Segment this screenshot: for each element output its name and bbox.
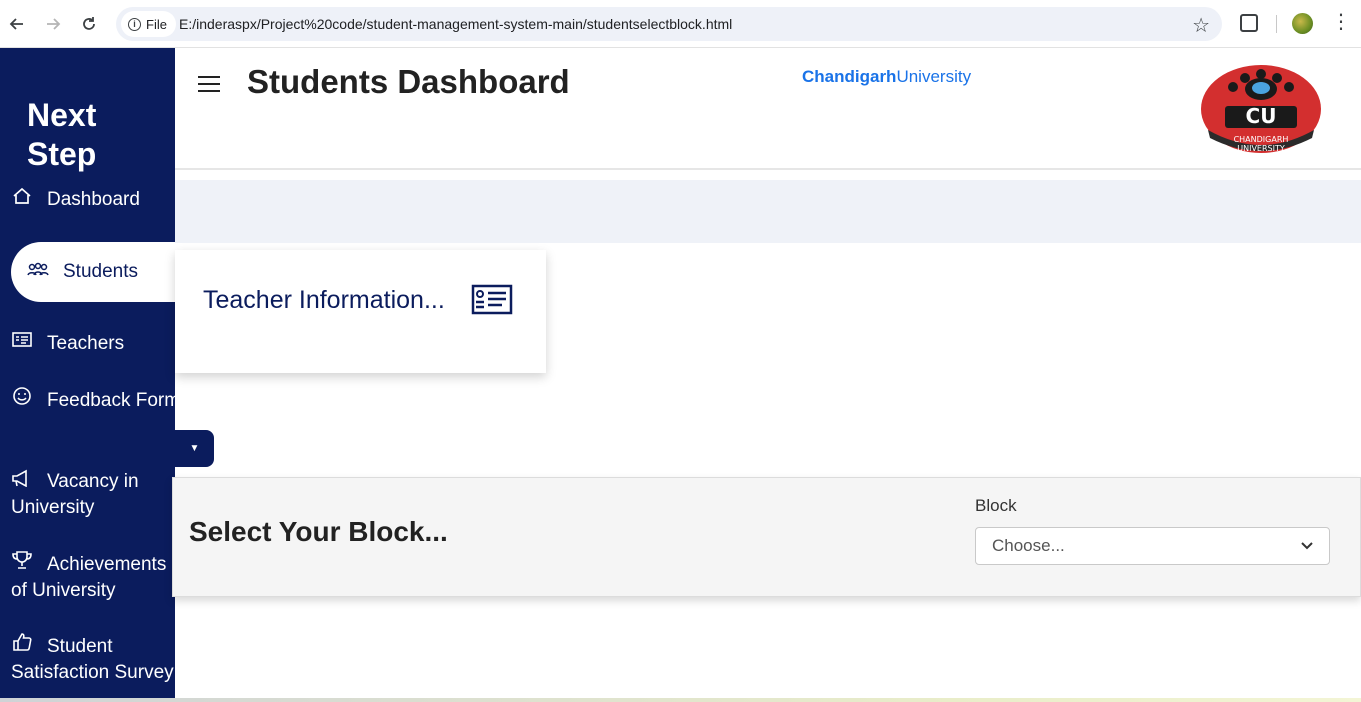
- teacher-info-card[interactable]: Teacher Information...: [175, 250, 546, 373]
- thumbs-up-icon: [11, 632, 33, 659]
- file-chip-label: File: [146, 16, 167, 32]
- sidebar-item-students[interactable]: Students: [11, 242, 175, 302]
- bottom-edge: [0, 698, 1361, 702]
- brand-title: Next Step: [27, 97, 97, 172]
- id-card-icon: [471, 284, 513, 316]
- reload-icon[interactable]: [77, 12, 101, 36]
- university-name-bold: Chandigarh: [802, 67, 897, 86]
- sidebar-item-teachers[interactable]: Teachers: [11, 330, 175, 357]
- more-menu-icon[interactable]: ⋮: [1331, 12, 1351, 32]
- card-title: Teacher Information...: [203, 286, 445, 314]
- star-icon[interactable]: ☆: [1192, 13, 1210, 38]
- block-label: Block: [975, 496, 1017, 515]
- back-arrow-icon[interactable]: [5, 12, 29, 36]
- extensions-icon[interactable]: [1240, 14, 1258, 32]
- sidebar-item-label: Feedback Form: [47, 390, 175, 411]
- sidebar-item-dashboard[interactable]: Dashboard: [11, 186, 175, 213]
- menu-toggle-icon[interactable]: [198, 76, 220, 94]
- university-logo: CU CHANDIGARH UNIVERSITY: [1200, 64, 1322, 154]
- university-name: ChandigarhUniversity: [802, 67, 971, 87]
- sidebar-item-label: Students: [63, 261, 138, 282]
- address-bar[interactable]: i File E:/inderaspx/Project%20code/stude…: [116, 7, 1222, 41]
- forward-arrow-icon[interactable]: [41, 12, 65, 36]
- sidebar-item-achievements[interactable]: Achievements of University: [11, 550, 175, 604]
- svg-text:CHANDIGARH: CHANDIGARH: [1234, 135, 1289, 144]
- sidebar-item-label: Student Satisfaction Survey: [11, 636, 174, 683]
- sidebar-item-label: Dashboard: [47, 189, 140, 210]
- id-card-icon: [11, 330, 33, 356]
- university-name-rest: University: [896, 67, 972, 86]
- home-icon: [11, 186, 33, 212]
- smile-icon: [11, 386, 33, 413]
- sidebar-item-satisfaction-survey[interactable]: Student Satisfaction Survey: [11, 632, 175, 686]
- caret-down-icon: ▼: [189, 443, 200, 454]
- site-info-chip[interactable]: i File: [121, 11, 176, 37]
- chevron-down-icon: [1301, 539, 1313, 553]
- trophy-icon: [11, 550, 33, 577]
- svg-text:CU: CU: [1246, 104, 1277, 128]
- sidebar: Next Step Dashboard Students Teachers Fe…: [0, 48, 175, 702]
- toolbar-divider: [1276, 15, 1277, 33]
- sidebar-item-label: Teachers: [47, 333, 125, 354]
- sidebar-item-vacancy[interactable]: Vacancy in University: [11, 468, 175, 521]
- page-title: Students Dashboard: [247, 63, 570, 100]
- block-select[interactable]: Choose...: [975, 527, 1330, 565]
- content-band: [175, 180, 1361, 243]
- people-icon: [27, 259, 49, 285]
- url-text[interactable]: E:/inderaspx/Project%20code/student-mana…: [179, 16, 732, 32]
- sidebar-item-feedback-form[interactable]: Feedback Form: [11, 386, 175, 414]
- sidebar-item-label: Achievements of University: [11, 554, 167, 601]
- dropdown-toggle-button[interactable]: ▼: [175, 430, 214, 467]
- svg-text:UNIVERSITY: UNIVERSITY: [1237, 144, 1285, 153]
- select-block-panel: Select Your Block... Block Choose...: [172, 477, 1361, 597]
- info-icon: i: [128, 17, 141, 31]
- top-header: Students Dashboard ChandigarhUniversity …: [175, 48, 1361, 170]
- browser-toolbar: i File E:/inderaspx/Project%20code/stude…: [0, 0, 1361, 48]
- block-select-value: Choose...: [992, 536, 1065, 555]
- megaphone-icon: [11, 468, 33, 494]
- block-heading: Select Your Block...: [189, 516, 448, 547]
- profile-avatar[interactable]: [1292, 13, 1313, 34]
